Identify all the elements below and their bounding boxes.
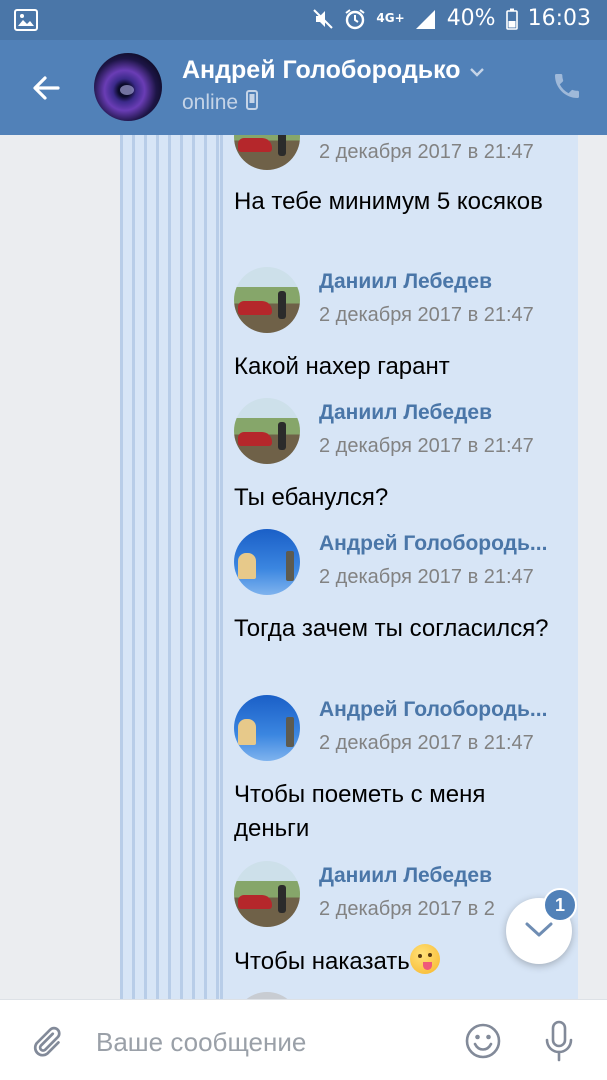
clock-time: 16:03 (527, 6, 591, 31)
sender-avatar[interactable] (234, 529, 300, 595)
sender-name[interactable]: Даниил Лебедев (319, 401, 559, 425)
message-time: 2 декабря 2017 в 21:47 (319, 435, 534, 457)
microphone-icon[interactable] (543, 1020, 575, 1067)
paperclip-icon[interactable] (28, 1022, 64, 1067)
mobile-icon (246, 90, 259, 116)
message-history[interactable]: 2 декабря 2017 в 21:47 На тебе минимум 5… (0, 135, 607, 999)
sender-name[interactable]: Даниил Лебедев (319, 270, 559, 294)
message-text: На тебе минимум 5 косяков (234, 188, 543, 215)
chevron-down-icon (469, 56, 485, 85)
mute-icon (312, 8, 334, 30)
message-text: Тогда зачем ты согласился? (234, 615, 549, 642)
sender-name[interactable]: Даниил Лебедев (319, 864, 559, 888)
gallery-icon (14, 9, 38, 31)
forward-depth-lines (120, 135, 220, 999)
message-text: Какой нахер гарант (234, 353, 450, 380)
unread-badge: 1 (543, 888, 577, 922)
message-composer (0, 999, 607, 1080)
chevron-down-icon (524, 920, 554, 943)
message-text: Чтобы поеметь с меня деньги (234, 781, 486, 842)
sender-avatar[interactable] (234, 398, 300, 464)
back-arrow-icon[interactable] (28, 70, 64, 106)
smile-icon[interactable] (464, 1022, 502, 1065)
message-text: Ты ебанулся? (234, 484, 389, 511)
contact-name-button[interactable]: Андрей Голобородько (182, 56, 485, 85)
sender-avatar[interactable] (234, 695, 300, 761)
battery-percent: 40% (446, 6, 496, 31)
battery-icon (505, 8, 518, 30)
signal-icon (415, 8, 437, 30)
contact-avatar[interactable] (94, 53, 162, 121)
message-time: 2 декабря 2017 в 21:47 (319, 141, 534, 163)
contact-status: online (182, 90, 259, 116)
online-status: online (182, 91, 239, 114)
phone-icon[interactable] (551, 70, 583, 107)
message-input[interactable] (96, 1022, 436, 1062)
message-time: 2 декабря 2017 в 21:47 (319, 732, 534, 754)
status-bar: 4G+ 40% 16:03 (0, 0, 607, 40)
sender-avatar[interactable] (234, 267, 300, 333)
chat-header: Андрей Голобородько online (0, 40, 607, 135)
sender-name[interactable]: Андрей Голобородь... (319, 698, 559, 722)
sender-name[interactable]: Андрей Голобородь... (319, 532, 559, 556)
tongue-emoji-icon (409, 944, 440, 974)
sender-avatar[interactable] (234, 861, 300, 927)
network-type: 4G+ (376, 11, 405, 25)
alarm-icon (344, 8, 366, 30)
contact-name: Андрей Голобородько (182, 56, 461, 84)
message-time: 2 декабря 2017 в 21:47 (319, 566, 534, 588)
message-time: 2 декабря 2017 в 21:47 (319, 304, 534, 326)
message-time: 2 декабря 2017 в 2 (319, 898, 495, 920)
